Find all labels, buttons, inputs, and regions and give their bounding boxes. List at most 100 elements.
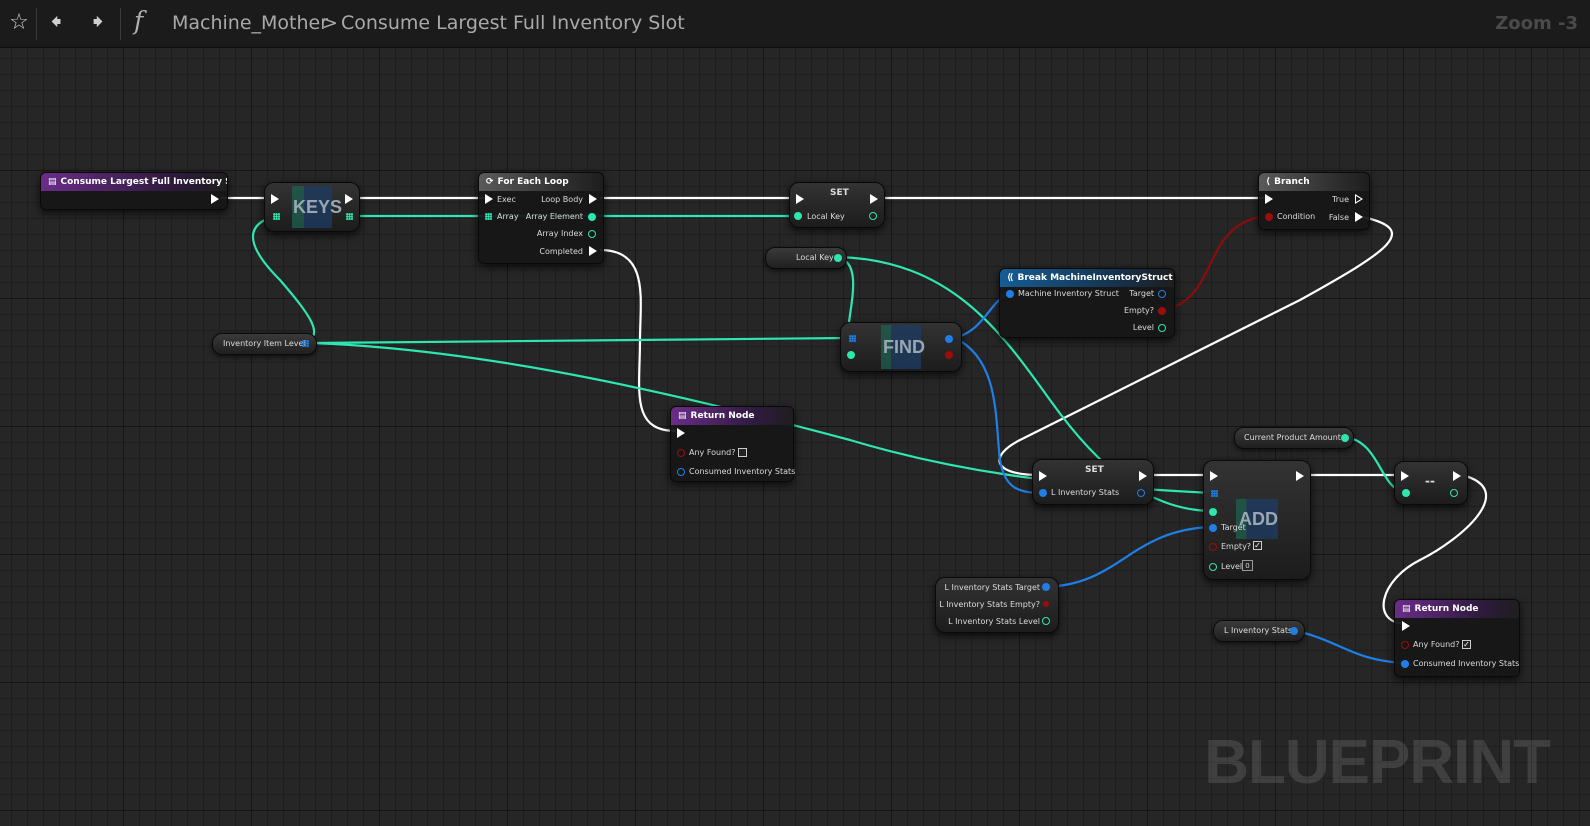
pin-label: Exec: [497, 195, 516, 204]
data-wire: [1291, 628, 1405, 665]
target-out-pin[interactable]: [1158, 290, 1166, 298]
breadcrumb-parent[interactable]: Machine_Mother: [172, 12, 328, 34]
break-machine-inventory-struct-node[interactable]: ⟪ Break MachineInventoryStruct Machine In…: [999, 268, 1175, 338]
pin-label: Any Found?: [689, 448, 736, 457]
key-in-pin[interactable]: [847, 351, 855, 359]
inventory-item-level-getter[interactable]: Inventory Item Level: [212, 333, 317, 355]
keys-out-pin[interactable]: [346, 213, 353, 220]
empty-checkbox[interactable]: ✓: [1253, 541, 1262, 550]
node-title: For Each Loop: [497, 177, 569, 187]
l-inventory-stats-getter[interactable]: L Inventory Stats: [1213, 620, 1305, 642]
exec-in-pin[interactable]: [677, 428, 685, 438]
false-pin[interactable]: [1355, 212, 1363, 222]
current-product-amount-getter[interactable]: Current Product Amount: [1234, 427, 1354, 449]
decrement-node[interactable]: --: [1394, 461, 1468, 505]
level-out-pin[interactable]: [1042, 617, 1050, 625]
level-out-pin[interactable]: [1158, 324, 1166, 332]
exec-in-pin[interactable]: [271, 194, 279, 204]
value-out-pin[interactable]: [1450, 489, 1458, 497]
any-found-pin[interactable]: [1401, 641, 1409, 649]
array-index-pin[interactable]: [588, 230, 596, 238]
target-out-pin[interactable]: [1042, 583, 1050, 591]
l-inventory-stats-out-pin[interactable]: [1137, 489, 1145, 497]
pin-label: Array Index: [536, 229, 583, 238]
local-key-out-pin[interactable]: [869, 212, 877, 220]
pin-label: Array Element: [525, 212, 583, 221]
local-key-getter[interactable]: Local Key: [765, 247, 847, 269]
arrow-left-icon[interactable]: 🠸: [40, 6, 72, 40]
empty-out-pin[interactable]: [1043, 601, 1049, 607]
target-in-pin[interactable]: [1209, 524, 1217, 532]
node-title: KEYS: [293, 197, 343, 217]
pin-label: Local Key: [807, 212, 845, 221]
stats-out-pin[interactable]: [1290, 627, 1298, 635]
for-each-loop-node[interactable]: ⟳ For Each Loop Exec Array Loop Body Arra…: [478, 172, 604, 264]
function-icon: f: [134, 6, 144, 35]
pin-label: L Inventory Stats Empty?: [939, 600, 1040, 609]
exec-in-pin[interactable]: [1402, 621, 1410, 631]
consumed-stats-pin[interactable]: [1401, 660, 1409, 668]
pin-label: Target: [1129, 289, 1154, 298]
exec-in-pin[interactable]: [796, 194, 804, 204]
set-l-inventory-stats-node[interactable]: SET L Inventory Stats: [1032, 459, 1154, 505]
node-title: FIND: [883, 337, 925, 357]
pin-label: Any Found?: [1413, 640, 1460, 649]
node-header: ⟨ Branch: [1259, 173, 1369, 191]
pin-label: L Inventory Stats Target: [944, 583, 1040, 592]
branch-node[interactable]: ⟨ Branch Condition True False: [1258, 172, 1370, 230]
exec-in-pin[interactable]: [1401, 471, 1409, 481]
arrow-right-icon[interactable]: 🠺: [82, 6, 114, 40]
breadcrumb-separator: >: [322, 12, 338, 34]
exec-in-pin[interactable]: [1039, 471, 1047, 481]
level-in-pin[interactable]: [1209, 563, 1217, 571]
pin-label: Machine Inventory Struct: [1018, 289, 1119, 298]
found-out-pin[interactable]: [945, 351, 953, 359]
map-in-pin[interactable]: [849, 335, 856, 342]
pin-label: Loop Body: [541, 195, 583, 204]
exec-in-pin[interactable]: [1265, 194, 1273, 204]
exec-out-pin[interactable]: [211, 194, 219, 204]
pin-label: Consumed Inventory Stats: [689, 467, 796, 476]
exec-out-pin[interactable]: [1296, 471, 1304, 481]
array-element-pin[interactable]: [588, 213, 596, 221]
value-in-pin[interactable]: [1402, 489, 1410, 497]
exec-out-pin[interactable]: [870, 194, 878, 204]
amount-out-pin[interactable]: [1341, 434, 1349, 442]
completed-pin[interactable]: [589, 246, 597, 256]
loop-body-pin[interactable]: [589, 194, 597, 204]
set-local-key-node[interactable]: SET Local Key: [789, 182, 885, 228]
l-inventory-stats-break-node[interactable]: L Inventory Stats Target L Inventory Sta…: [935, 577, 1059, 633]
local-key-in-pin[interactable]: [794, 212, 802, 220]
value-out-pin[interactable]: [945, 335, 953, 343]
exec-in-pin[interactable]: [1210, 471, 1218, 481]
array-in-pin[interactable]: [485, 213, 492, 220]
map-in-pin[interactable]: [273, 213, 280, 220]
map-out-pin[interactable]: [302, 340, 309, 347]
key-in-pin[interactable]: [1209, 508, 1217, 516]
empty-in-pin[interactable]: [1209, 543, 1217, 551]
condition-pin[interactable]: [1265, 213, 1273, 221]
empty-out-pin[interactable]: [1158, 307, 1166, 315]
any-found-pin[interactable]: [677, 449, 685, 457]
map-add-node[interactable]: ADD Target Empty? ✓ Level 0: [1203, 460, 1311, 580]
any-found-checkbox[interactable]: [738, 448, 747, 457]
level-value-input[interactable]: 0: [1242, 560, 1253, 571]
exec-out-pin[interactable]: [1139, 471, 1147, 481]
consumed-stats-pin[interactable]: [677, 468, 685, 476]
data-wire: [1044, 525, 1212, 589]
return-node-1[interactable]: ▤ Return Node Any Found? Consumed Invento…: [670, 406, 796, 482]
find-node[interactable]: FIND: [840, 322, 962, 372]
local-key-out-pin[interactable]: [834, 254, 842, 262]
exec-in-pin[interactable]: [485, 194, 493, 204]
map-in-pin[interactable]: [1211, 490, 1218, 497]
exec-out-pin[interactable]: [1453, 471, 1461, 481]
star-icon[interactable]: ☆: [3, 6, 35, 40]
exec-out-pin[interactable]: [345, 194, 353, 204]
function-entry-node[interactable]: ▤ Consume Largest Full Inventory Slot: [40, 172, 228, 210]
true-pin[interactable]: [1355, 194, 1363, 204]
keys-node[interactable]: KEYS: [264, 182, 360, 232]
struct-in-pin[interactable]: [1006, 290, 1014, 298]
l-inventory-stats-in-pin[interactable]: [1039, 489, 1047, 497]
any-found-checkbox[interactable]: ✓: [1462, 640, 1471, 649]
return-node-2[interactable]: ▤ Return Node Any Found? ✓ Consumed Inven…: [1394, 599, 1520, 677]
